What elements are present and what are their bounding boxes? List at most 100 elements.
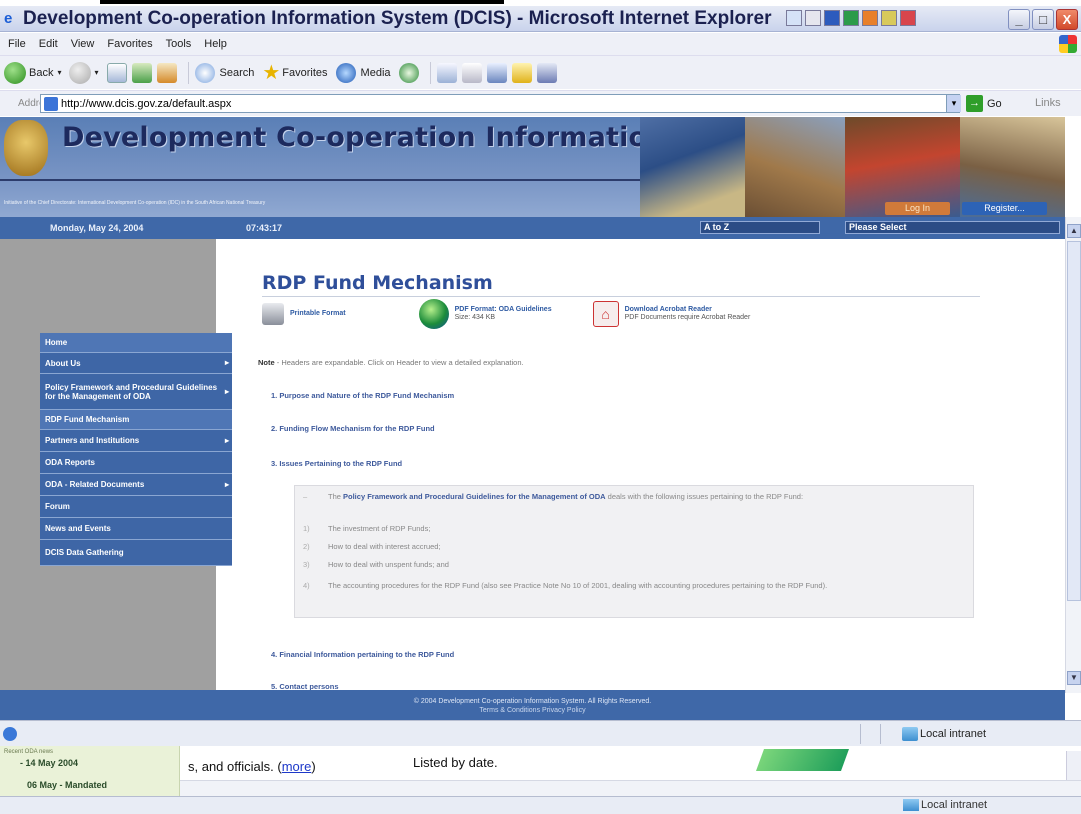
favorites-label: Favorites — [282, 66, 328, 79]
status-divider — [860, 724, 861, 744]
printable-label: Printable Format — [290, 310, 346, 318]
go-button[interactable]: → Go — [966, 95, 1002, 112]
date-nav-strip: Monday, May 24, 2004 07:43:17 A to Z Ple… — [0, 217, 1065, 239]
forward-button[interactable]: ▾ — [69, 61, 99, 84]
section-header-4[interactable]: 4. Financial Information pertaining to t… — [271, 650, 454, 659]
address-dropdown-icon[interactable]: ▾ — [946, 95, 961, 112]
tray-icon[interactable] — [881, 10, 897, 26]
news-item[interactable]: - 14 May 2004 — [20, 758, 78, 768]
chevron-right-icon: ▸ — [224, 358, 229, 367]
sidebar-item-label: RDP Fund Mechanism — [45, 415, 130, 424]
sidebar-item-oda-documents[interactable]: ODA - Related Documents ▸ — [40, 474, 232, 496]
background-status-bar: Local intranet — [0, 796, 1081, 814]
back-button[interactable]: Back ▾ — [4, 61, 61, 84]
header-rule — [0, 179, 640, 181]
sidebar-item-label: About Us — [45, 358, 81, 368]
quick-nav-select[interactable]: Please Select — [845, 221, 1060, 234]
chevron-down-icon[interactable]: ▾ — [57, 68, 61, 77]
acrobat-sub: PDF Documents require Acrobat Reader — [624, 314, 751, 321]
history-icon[interactable] — [398, 62, 419, 83]
address-bar: Address http://www.dcis.gov.za/default.a… — [0, 90, 1081, 116]
sidebar-item-rdp-fund[interactable]: RDP Fund Mechanism — [40, 410, 232, 430]
list-number: 4) — [303, 581, 310, 590]
tray-icon[interactable] — [862, 10, 878, 26]
media-button[interactable]: Media — [335, 62, 391, 83]
intro-pre: The — [328, 492, 344, 501]
acrobat-download-link[interactable]: ⌂ Download Acrobat Reader PDF Documents … — [592, 299, 751, 329]
list-number: 3) — [303, 560, 310, 569]
tray-icon[interactable] — [900, 10, 916, 26]
sidebar-item-oda-reports[interactable]: ODA Reports — [40, 452, 232, 474]
chevron-down-icon[interactable]: ▾ — [94, 68, 98, 77]
mail-icon[interactable] — [436, 62, 457, 83]
refresh-icon[interactable] — [131, 62, 152, 83]
sidebar-item-label: Home — [45, 338, 68, 347]
policy-framework-link[interactable]: Policy Framework and Procedural Guidelin… — [343, 492, 606, 501]
page-title: RDP Fund Mechanism — [262, 272, 493, 294]
sidebar-item-home[interactable]: Home — [40, 333, 232, 353]
window-titlebar[interactable]: e Development Co-operation Information S… — [0, 6, 1081, 32]
sidebar-item-data-gathering[interactable]: DCIS Data Gathering — [40, 540, 232, 566]
chevron-right-icon: ▸ — [224, 435, 229, 445]
a-to-z-select[interactable]: A to Z — [700, 221, 820, 234]
messenger-icon[interactable] — [536, 62, 557, 83]
scroll-down-icon[interactable]: ▼ — [1067, 671, 1081, 685]
horizontal-scrollbar[interactable] — [180, 780, 1081, 796]
page-scrollbar[interactable]: ▲ ▼ — [1065, 217, 1081, 693]
footer-links[interactable]: Terms & Conditions Privacy Policy — [0, 706, 1065, 715]
register-button[interactable]: Register... — [962, 202, 1047, 215]
intranet-icon — [902, 727, 918, 741]
listed-by-date: Listed by date. — [413, 755, 498, 770]
section-header-3[interactable]: 3. Issues Pertaining to the RDP Fund — [271, 459, 402, 468]
sidebar-item-label: ODA Reports — [45, 458, 95, 467]
print-icon[interactable] — [461, 62, 482, 83]
maximize-button[interactable]: □ — [1032, 9, 1054, 30]
links-button[interactable]: Links — [1035, 97, 1061, 109]
current-date: Monday, May 24, 2004 — [50, 223, 144, 233]
close-button[interactable]: X — [1056, 9, 1078, 30]
box-intro: – The Policy Framework and Procedural Gui… — [303, 492, 968, 502]
sidebar-item-partners[interactable]: Partners and Institutions ▸ — [40, 430, 232, 452]
pdf-guidelines-link[interactable]: PDF Format: ODA Guidelines Size: 434 KB — [418, 299, 552, 329]
edit-icon[interactable] — [486, 62, 507, 83]
tray-icon[interactable] — [824, 10, 840, 26]
login-button[interactable]: Log In — [885, 202, 950, 215]
box-intro-text: The Policy Framework and Procedural Guid… — [328, 492, 968, 502]
sidebar-item-news-events[interactable]: News and Events — [40, 518, 232, 540]
menu-tools[interactable]: Tools — [166, 38, 192, 50]
menu-edit[interactable]: Edit — [39, 38, 58, 50]
minimize-button[interactable]: _ — [1008, 9, 1030, 30]
more-link[interactable]: more — [282, 759, 312, 774]
menu-view[interactable]: View — [71, 38, 95, 50]
stop-icon[interactable] — [106, 62, 127, 83]
news-item[interactable]: 06 May - Mandated — [27, 780, 107, 790]
chevron-right-icon: ▸ — [224, 386, 229, 396]
home-icon[interactable] — [156, 62, 177, 83]
sidebar-item-forum[interactable]: Forum — [40, 496, 232, 518]
tray-icon[interactable] — [843, 10, 859, 26]
menu-favorites[interactable]: Favorites — [107, 38, 152, 50]
page-status-icon — [3, 727, 17, 741]
menu-help[interactable]: Help — [204, 38, 227, 50]
bullet-dash: – — [303, 492, 308, 501]
menu-file[interactable]: File — [8, 38, 26, 50]
section-header-2[interactable]: 2. Funding Flow Mechanism for the RDP Fu… — [271, 424, 435, 433]
main-content: RDP Fund Mechanism Printable Format PDF … — [242, 239, 1065, 691]
section-header-1[interactable]: 1. Purpose and Nature of the RDP Fund Me… — [271, 391, 454, 400]
tray-icon[interactable] — [786, 10, 802, 26]
scroll-thumb[interactable] — [1067, 241, 1081, 601]
menu-bar: File Edit View Favorites Tools Help — [0, 33, 1081, 55]
address-input[interactable]: http://www.dcis.gov.za/default.aspx — [40, 94, 960, 113]
sidebar-item-label: Policy Framework and Procedural Guidelin… — [45, 382, 218, 401]
scroll-up-icon[interactable]: ▲ — [1067, 224, 1081, 238]
tray-icon[interactable] — [805, 10, 821, 26]
sidebar-item-policy-framework[interactable]: Policy Framework and Procedural Guidelin… — [40, 374, 232, 410]
media-icon — [335, 62, 356, 83]
window-controls: _ □ X — [1008, 9, 1078, 30]
printable-format-link[interactable]: Printable Format — [262, 299, 346, 329]
folder-icon[interactable] — [511, 62, 532, 83]
sidebar-item-label: DCIS Data Gathering — [45, 548, 124, 557]
search-button[interactable]: Search — [194, 62, 254, 83]
favorites-button[interactable]: ★ Favorites — [262, 60, 327, 85]
sidebar-item-about-us[interactable]: About Us ▸ — [40, 353, 232, 374]
